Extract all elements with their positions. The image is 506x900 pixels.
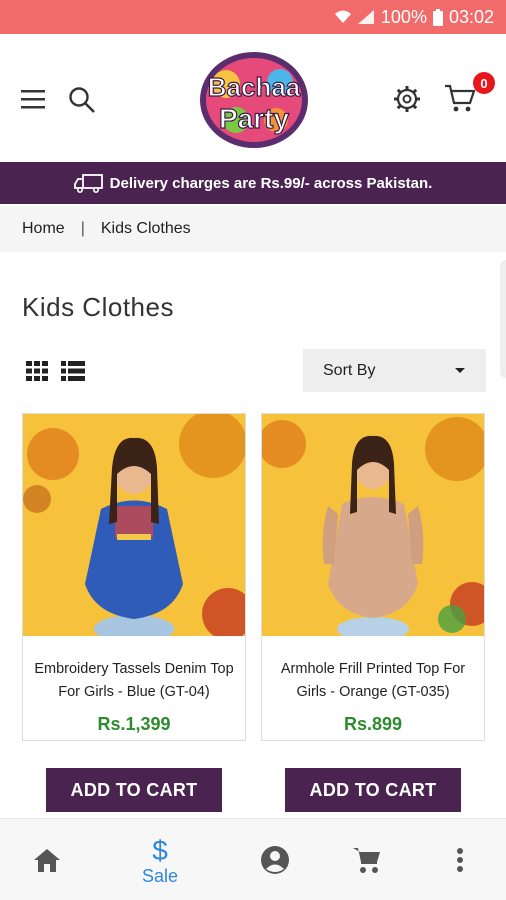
breadcrumb: Home | Kids Clothes — [0, 206, 506, 252]
product-name[interactable]: Embroidery Tassels Denim Top For Girls -… — [27, 658, 241, 704]
list-view-icon[interactable] — [61, 360, 85, 387]
brand-logo[interactable]: Bachaa Party — [196, 44, 312, 152]
account-icon — [261, 846, 289, 874]
nav-home[interactable] — [12, 819, 82, 900]
nav-sale[interactable]: $ Sale — [125, 819, 195, 900]
breadcrumb-separator: | — [80, 220, 85, 237]
nav-sale-label: Sale — [141, 865, 179, 886]
nav-account[interactable] — [240, 819, 310, 900]
sort-label: Sort By — [323, 361, 376, 379]
product-image[interactable] — [23, 414, 245, 636]
delivery-banner: Delivery charges are Rs.99/- across Paki… — [0, 162, 506, 204]
dollar-icon: $ — [152, 835, 168, 864]
bottom-navigation: $ Sale — [0, 818, 506, 900]
signal-icon — [357, 10, 374, 24]
product-image[interactable] — [262, 414, 484, 636]
product-price: Rs.1,399 — [97, 714, 171, 734]
logo-text-line1: Bachaa — [208, 72, 301, 102]
search-icon[interactable] — [66, 84, 98, 116]
breadcrumb-home[interactable]: Home — [22, 220, 65, 238]
wifi-icon — [334, 10, 351, 23]
battery-percent: 100% — [380, 6, 427, 27]
dropdown-arrow-icon — [455, 367, 465, 373]
app-header: Bachaa Party 0 — [0, 34, 506, 162]
cart-icon — [353, 848, 380, 873]
side-pull-tab[interactable] — [500, 260, 506, 378]
product-name[interactable]: Armhole Frill Printed Top For Girls - Or… — [266, 658, 480, 704]
nav-cart[interactable] — [332, 819, 402, 900]
product-card[interactable]: Armhole Frill Printed Top For Girls - Or… — [261, 413, 485, 741]
status-bar: 100% 03:02 — [0, 0, 506, 34]
sort-dropdown[interactable]: Sort By — [303, 349, 486, 392]
home-icon — [34, 849, 60, 872]
product-price: Rs.899 — [343, 714, 403, 734]
breadcrumb-current: Kids Clothes — [100, 220, 191, 237]
product-card[interactable]: Embroidery Tassels Denim Top For Girls -… — [22, 413, 246, 741]
delivery-banner-text: Delivery charges are Rs.99/- across Paki… — [109, 174, 433, 192]
add-to-cart-button[interactable]: ADD TO CART — [285, 768, 461, 812]
delivery-truck-icon — [73, 174, 103, 193]
add-to-cart-button[interactable]: ADD TO CART — [46, 768, 222, 812]
svg-text:$: $ — [152, 835, 168, 864]
logo-text-line2: Party — [219, 103, 289, 134]
cart-count-badge: 0 — [473, 72, 495, 94]
menu-icon[interactable] — [18, 84, 48, 114]
clock: 03:02 — [448, 6, 494, 27]
nav-more[interactable] — [425, 819, 495, 900]
more-vert-icon — [457, 848, 463, 872]
page-title: Kids Clothes — [22, 292, 174, 322]
battery-icon — [432, 8, 443, 26]
settings-gear-icon[interactable] — [390, 82, 424, 116]
grid-view-icon[interactable] — [26, 360, 48, 387]
